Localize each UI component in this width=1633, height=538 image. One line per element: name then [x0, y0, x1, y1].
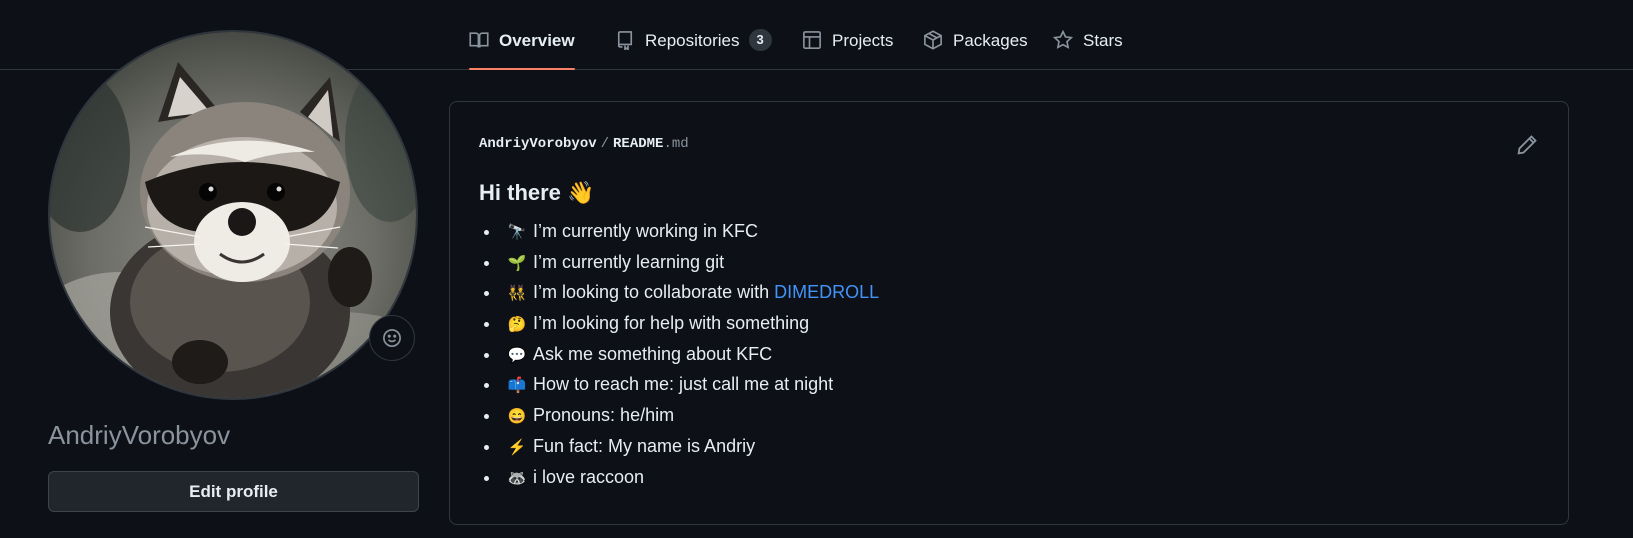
speech-balloon-icon: 💬: [507, 346, 527, 364]
seedling-icon: 🌱: [507, 254, 527, 272]
smiley-icon: [383, 329, 401, 347]
profile-username: AndriyVorobyov: [48, 420, 231, 450]
list-item: 🌱 I’m currently learning git: [501, 247, 879, 278]
tab-projects-label: Projects: [832, 31, 894, 50]
list-item-text: I’m looking for help with something: [533, 313, 810, 334]
readme-breadcrumb: AndriyVorobyov / README.md: [479, 136, 689, 152]
tab-projects[interactable]: Projects: [802, 18, 893, 62]
package-icon: [924, 30, 942, 50]
list-item: 🤔 I’m looking for help with something: [501, 308, 879, 339]
book-icon: [469, 32, 489, 48]
breadcrumb-separator: /: [600, 136, 610, 152]
list-item: 🦝 i love raccoon: [501, 462, 879, 493]
list-item-text: Pronouns: he/him: [533, 405, 675, 426]
list-item: 💬 Ask me something about KFC: [501, 339, 879, 370]
list-item-text: i love raccoon: [533, 466, 645, 487]
dimedroll-link[interactable]: DIMEDROLL: [774, 282, 879, 302]
edit-profile-button[interactable]: Edit profile: [48, 471, 419, 512]
telescope-icon: 🔭: [507, 224, 527, 241]
list-item-text: I’m currently working in KFC: [533, 221, 759, 241]
tab-stars[interactable]: Stars: [1053, 18, 1123, 62]
dancers-icon: 👯: [507, 285, 527, 303]
avatar[interactable]: [48, 30, 418, 400]
list-item: 📫 How to reach me: just call me at night: [501, 369, 879, 400]
readme-card: AndriyVorobyov/README.md Hi there 👋 🔭 I’m…: [449, 101, 1569, 525]
raccoon-avatar-image: [50, 32, 416, 398]
list-item-text: How to reach me: just call me at night: [533, 374, 834, 395]
repo-icon: [617, 31, 633, 50]
tab-stars-label: Stars: [1083, 31, 1123, 50]
tab-repositories-label: Repositories: [645, 31, 740, 50]
set-status-button[interactable]: [369, 315, 415, 361]
tab-overview-label: Overview: [499, 31, 575, 50]
table-icon: [803, 31, 821, 49]
list-item-text: I’m looking to collaborate with: [533, 282, 775, 303]
tab-packages[interactable]: Packages: [923, 18, 1028, 62]
thinking-face-icon: 🤔: [507, 316, 527, 334]
list-item: 🔭 I’m currently working in KFC: [501, 216, 879, 247]
pencil-icon[interactable]: [1516, 134, 1538, 156]
raccoon-icon: 🦝: [507, 469, 527, 487]
list-item-text: I’m currently learning git: [533, 251, 725, 272]
tab-packages-label: Packages: [953, 31, 1028, 50]
lightning-icon: ⚡: [507, 438, 527, 456]
list-item-text: Ask me something about KFC: [533, 343, 773, 364]
list-item: 😄 Pronouns: he/him: [501, 400, 879, 431]
readme-file-extension: .md: [663, 136, 689, 152]
mailbox-icon: 📫: [507, 377, 527, 395]
readme-list: 🔭 I’m currently working in KFC 🌱 I’m curre…: [479, 216, 880, 493]
readme-heading: Hi there 👋: [479, 180, 595, 205]
smile-icon: 😄: [507, 408, 527, 426]
repositories-count-badge: 3: [748, 29, 772, 51]
list-item: ⚡ Fun fact: My name is Andriy: [501, 431, 879, 462]
tab-overview[interactable]: Overview: [469, 18, 575, 70]
list-item: 👯 I’m looking to collaborate with DIMEDRO…: [501, 277, 880, 308]
readme-file-name[interactable]: README: [613, 136, 663, 152]
star-icon: [1053, 30, 1073, 49]
list-item-text: Fun fact: My name is Andriy: [533, 435, 756, 456]
tab-repositories[interactable]: Repositories 3: [615, 18, 772, 62]
readme-owner-link[interactable]: AndriyVorobyov: [479, 136, 597, 152]
